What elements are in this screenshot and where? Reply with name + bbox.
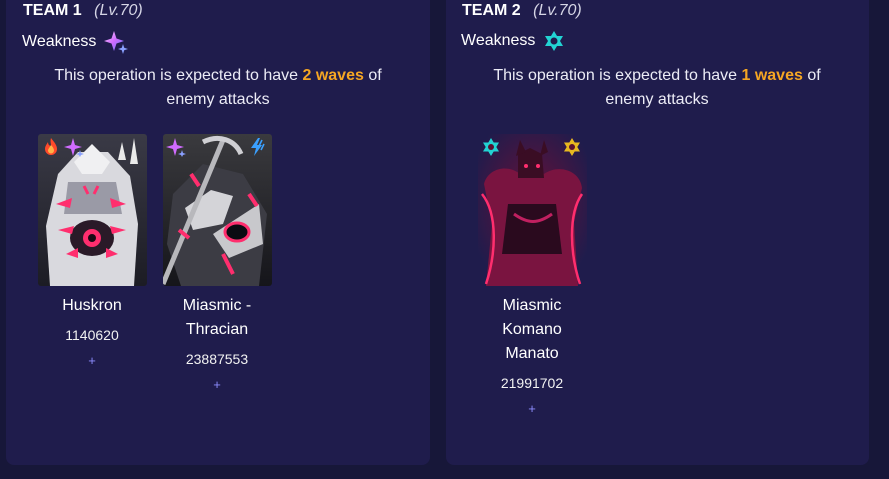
add-enemy-button[interactable]: + xyxy=(37,353,147,368)
team-1-weakness: Weakness xyxy=(22,30,129,54)
team-2-waves-text: This operation is expected to have 1 wav… xyxy=(477,64,837,112)
fire-icon xyxy=(44,138,57,155)
team-2-weakness: Weakness xyxy=(461,30,565,52)
imaginary-sparkle-icon xyxy=(165,138,186,157)
team-2-name: TEAM 2 xyxy=(462,2,521,19)
enemy-hp: 23887553 xyxy=(185,351,249,367)
imaginary-sparkle-icon xyxy=(104,30,129,54)
quantum-star-icon xyxy=(543,30,565,52)
enemy-card-miasmic-komano-manato[interactable]: Miasmic Komano Manato 21991702 + xyxy=(477,134,587,416)
weakness-label: Weakness xyxy=(461,32,536,49)
enemy-name: Miasmic - Thracian xyxy=(182,297,252,338)
enemy-hp: 1140620 xyxy=(65,327,119,343)
add-enemy-button[interactable]: + xyxy=(162,377,272,392)
gold-star-icon xyxy=(563,138,580,156)
team-2-waves-count: 1 waves xyxy=(741,67,803,84)
waves-prefix: This operation is expected to have xyxy=(493,67,742,84)
enemy-portrait-huskron xyxy=(37,134,147,286)
team-2-level: (Lv.70) xyxy=(533,2,582,19)
waves-prefix: This operation is expected to have xyxy=(54,67,303,84)
enemy-name: Huskron xyxy=(62,297,122,314)
enemy-portrait-miasmic-komano-manato xyxy=(477,134,587,286)
team-2-title: TEAM 2 (Lv.70) xyxy=(462,2,582,20)
imaginary-sparkle-icon xyxy=(63,138,84,157)
enemy-card-huskron[interactable]: Huskron 1140620 + xyxy=(37,134,147,368)
enemy-name: Miasmic Komano Manato xyxy=(502,297,562,362)
weakness-label: Weakness xyxy=(22,33,97,50)
enemy-card-miasmic-thracian[interactable]: Miasmic - Thracian 23887553 + xyxy=(162,134,272,392)
team-1-level: (Lv.70) xyxy=(94,2,143,19)
team-1-waves-text: This operation is expected to have 2 wav… xyxy=(38,64,398,112)
enemy-portrait-miasmic-thracian xyxy=(162,134,272,286)
team-1-waves-count: 2 waves xyxy=(302,67,364,84)
team-2-panel: TEAM 2 (Lv.70) Weakness This operation i… xyxy=(446,0,869,465)
lightning-icon xyxy=(250,138,265,156)
team-1-name: TEAM 1 xyxy=(23,2,82,19)
quantum-star-icon xyxy=(482,138,499,156)
team-1-title: TEAM 1 (Lv.70) xyxy=(23,2,143,20)
team-1-panel: TEAM 1 (Lv.70) Weakness This operation i… xyxy=(6,0,430,465)
enemy-hp: 21991702 xyxy=(500,375,564,391)
add-enemy-button[interactable]: + xyxy=(477,401,587,416)
